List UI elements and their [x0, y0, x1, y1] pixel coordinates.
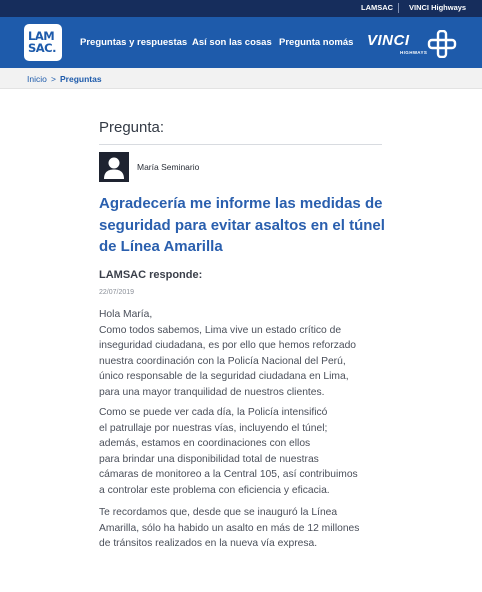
answer-line: el patrullaje por nuestras vías, incluye…: [99, 422, 328, 434]
title-divider: [99, 144, 382, 145]
user-silhouette-icon: [99, 152, 129, 182]
nav-pregunta-nomas[interactable]: Pregunta nomás: [279, 37, 353, 49]
answer-line: inseguridad ciudadana, es por ello que h…: [99, 340, 357, 351]
answer-line: Hola María,: [99, 309, 153, 320]
answer-line: para una mayor tranquilidad de nuestros …: [99, 386, 325, 398]
lamsac-top-link[interactable]: LAMSAC: [361, 3, 393, 13]
vinci-highways-top-link[interactable]: VINCI Highways: [409, 3, 466, 13]
avatar: [99, 152, 129, 182]
answer-line: Como todos sabemos, Lima vive un estado …: [99, 324, 342, 336]
answer-date: 22/07/2019: [99, 289, 135, 296]
vinci-cross-icon: [427, 30, 457, 58]
top-link-divider: [398, 3, 399, 13]
answer-line: a controlar este problema con eficiencia…: [99, 484, 330, 496]
nav-preguntas-y-respuestas[interactable]: Preguntas y respuestas: [80, 37, 187, 49]
answer-line: Amarilla, sólo ha habido un asalto en má…: [99, 522, 360, 534]
answer-line: único responsable de la seguridad ciudad…: [99, 371, 349, 382]
answer-paragraph-2: Como se puede ver cada día, la Policía i…: [99, 405, 393, 498]
answer-line: de tránsitos realizados en la nueva vía …: [99, 538, 318, 549]
logo-text-line2: SAC.: [28, 41, 57, 55]
answer-line: cámaras de monitoreo a la Central 105, a…: [99, 469, 358, 480]
top-utility-bar: LAMSAC VINCI Highways: [0, 0, 482, 17]
vinci-highways-logo[interactable]: VINCI HIGHWAYS: [367, 29, 459, 59]
breadcrumb-separator: >: [51, 74, 56, 84]
answer-paragraph-1: Hola María, Como todos sabemos, Lima viv…: [99, 307, 393, 400]
answer-line: Como se puede ver cada día, la Policía i…: [99, 407, 328, 418]
answer-line: Te recordamos que, desde que se inauguró…: [99, 507, 338, 518]
question-text: Agradecería me informe las medidas de se…: [99, 195, 385, 255]
answer-line: para brindar una disponibilidad total de…: [99, 453, 319, 465]
answer-line: además, estamos en coordinaciones con el…: [99, 438, 311, 449]
page-title: Pregunta:: [99, 119, 165, 136]
answer-paragraph-3: Te recordamos que, desde que se inauguró…: [99, 505, 393, 552]
main-navbar: LAM SAC. Preguntas y respuestas Así son …: [0, 17, 482, 68]
author-name: María Seminario: [137, 162, 200, 172]
breadcrumb: Inicio > Preguntas: [0, 68, 482, 89]
nav-asi-son-las-cosas[interactable]: Así son las cosas: [192, 37, 272, 49]
highways-wordmark: HIGHWAYS: [400, 50, 428, 55]
vinci-wordmark: VINCI: [367, 32, 410, 49]
breadcrumb-current[interactable]: Preguntas: [60, 74, 102, 84]
breadcrumb-home-link[interactable]: Inicio: [27, 74, 47, 84]
responder-heading: LAMSAC responde:: [99, 269, 203, 281]
answer-line: nuestra coordinación con la Policía Naci…: [99, 355, 346, 367]
lamsac-logo[interactable]: LAM SAC.: [24, 24, 62, 61]
